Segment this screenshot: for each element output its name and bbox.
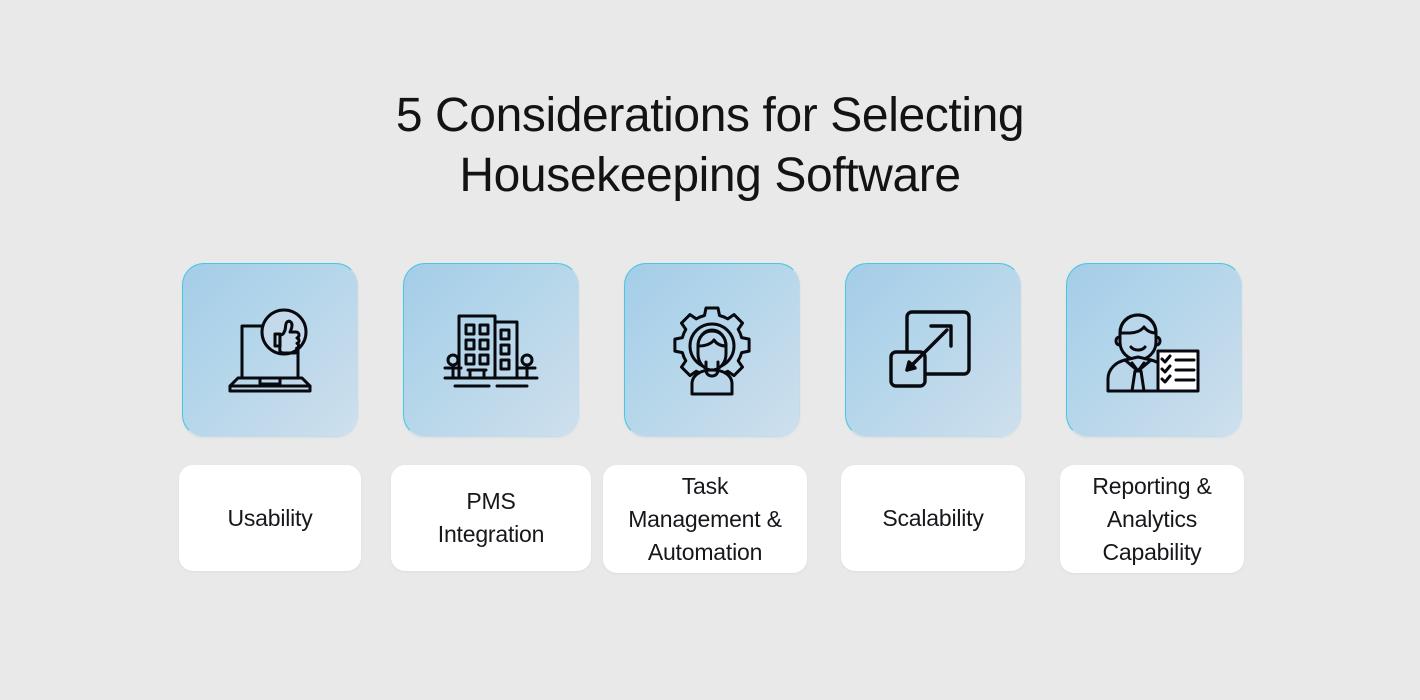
- expand-arrow-squares-icon: [885, 304, 981, 396]
- icon-tile-task-management: [624, 263, 800, 437]
- consideration-label-3: Task Management & Automation: [628, 472, 782, 565]
- label-card-task-management[interactable]: Task Management & Automation: [603, 465, 807, 573]
- consideration-label-2: PMS Integration: [437, 488, 545, 547]
- label-card-scalability[interactable]: Scalability: [841, 465, 1025, 571]
- label-card-reporting-analytics[interactable]: Reporting & Analytics Capability: [1060, 465, 1244, 573]
- consideration-item-4: Scalability: [841, 263, 1025, 571]
- page-title-line-2: Housekeeping Software: [459, 149, 961, 202]
- icon-tile-reporting-analytics: [1066, 263, 1242, 437]
- icon-tile-scalability: [845, 263, 1021, 437]
- consideration-columns: Usability PMS Integration Task Managemen…: [179, 263, 1244, 573]
- person-gear-icon: [662, 302, 762, 398]
- infographic-root: 5 Considerations for Selecting Housekeep…: [0, 0, 1420, 700]
- icon-tile-pms-integration: [403, 263, 579, 437]
- label-card-pms-integration[interactable]: PMS Integration: [391, 465, 591, 571]
- consideration-item-3: Task Management & Automation: [603, 263, 807, 573]
- consideration-label-4: Scalability: [882, 504, 984, 531]
- consideration-label-5: Reporting & Analytics Capability: [1092, 472, 1212, 565]
- label-card-usability[interactable]: Usability: [179, 465, 361, 571]
- consideration-item-2: PMS Integration: [391, 263, 591, 571]
- icon-tile-usability: [182, 263, 358, 437]
- consideration-label-1: Usability: [227, 504, 313, 531]
- consideration-item-5: Reporting & Analytics Capability: [1060, 263, 1244, 573]
- page-title: 5 Considerations for Selecting Housekeep…: [0, 86, 1420, 206]
- businessman-checklist-icon: [1102, 303, 1206, 397]
- laptop-thumbs-up-icon: [218, 302, 322, 398]
- consideration-item-1: Usability: [179, 263, 361, 571]
- hotel-building-icon: [439, 302, 543, 398]
- page-title-line-1: 5 Considerations for Selecting: [395, 89, 1025, 142]
